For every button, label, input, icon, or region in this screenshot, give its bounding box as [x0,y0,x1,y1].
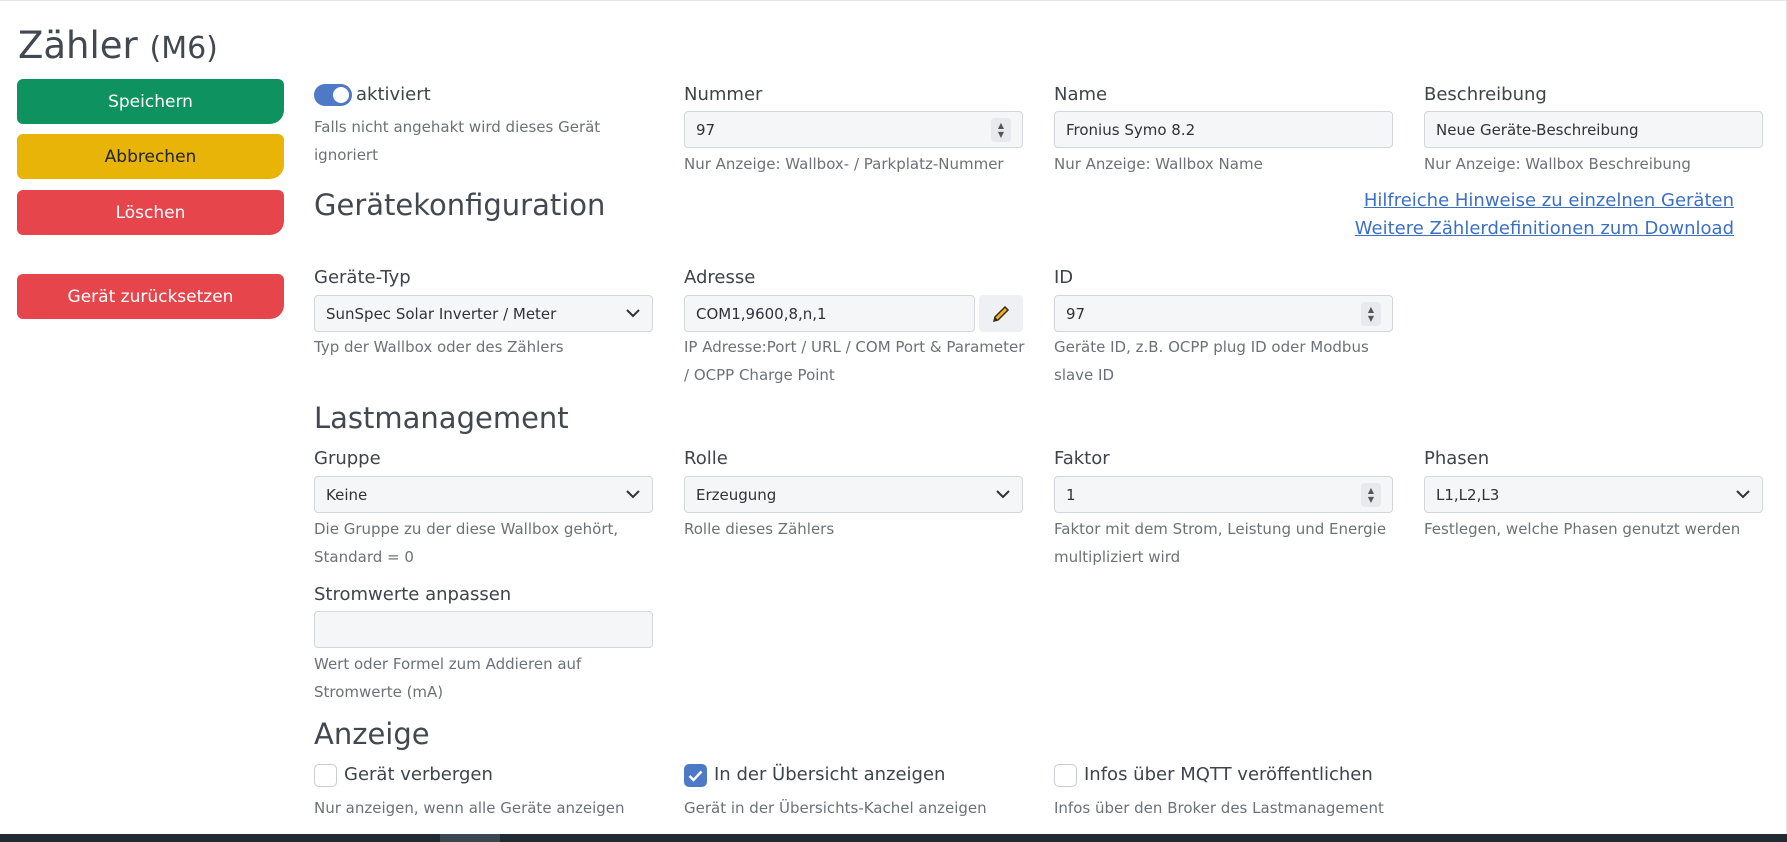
phases-label: Phasen [1424,448,1490,469]
overview-help: Gerät in der Übersichts-Kachel anzeigen [684,799,987,817]
factor-input[interactable]: 1 ▲ ▼ [1054,476,1393,513]
page-title-suffix: (M6) [149,31,218,66]
device-type-value: SunSpec Solar Inverter / Meter [326,304,557,323]
role-value: Erzeugung [696,485,777,504]
address-input[interactable]: COM1,9600,8,n,1 [684,295,975,332]
enabled-label: aktiviert [356,84,431,105]
mqtt-help: Infos über den Broker des Lastmanagement [1054,799,1384,817]
role-label: Rolle [684,448,728,469]
phases-select[interactable]: L1,L2,L3 [1424,476,1763,513]
current-adjust-input[interactable] [314,611,653,648]
address-label: Adresse [684,267,756,288]
section-load-management: Lastmanagement [314,401,569,435]
group-help: Die Gruppe zu der diese Wallbox gehört, … [314,520,619,566]
description-value: Neue Geräte-Beschreibung [1436,120,1639,139]
page-title: Zähler (M6) [18,24,218,67]
current-adjust-help: Wert oder Formel zum Addieren auf Stromw… [314,655,582,701]
save-button[interactable]: Speichern [17,79,284,124]
current-adjust-label: Stromwerte anpassen [314,584,512,605]
edit-address-button[interactable] [979,295,1023,332]
address-value: COM1,9600,8,n,1 [696,304,827,323]
number-input[interactable]: 97 ▲ ▼ [684,111,1023,148]
overview-checkbox[interactable] [684,764,707,787]
factor-help: Faktor mit dem Strom, Leistung und Energ… [1054,520,1387,566]
device-type-help: Typ der Wallbox oder des Zählers [314,338,564,356]
number-stepper[interactable]: ▲ ▼ [991,117,1011,142]
enabled-help: Falls nicht angehakt wird dieses Gerät i… [314,118,601,164]
id-input[interactable]: 97 ▲ ▼ [1054,295,1393,332]
delete-button[interactable]: Löschen [17,190,284,235]
group-label: Gruppe [314,448,381,469]
pencil-icon [992,305,1010,322]
phases-help: Festlegen, welche Phasen genutzt werden [1424,520,1741,538]
id-help: Geräte ID, z.B. OCPP plug ID oder Modbus… [1054,338,1369,384]
page-title-text: Zähler [18,24,138,67]
role-help: Rolle dieses Zählers [684,520,835,538]
enabled-toggle[interactable] [314,84,352,106]
description-input[interactable]: Neue Geräte-Beschreibung [1424,111,1763,148]
phases-value: L1,L2,L3 [1436,485,1500,504]
id-label: ID [1054,267,1074,288]
overview-label: In der Übersicht anzeigen [714,764,946,785]
top-border [0,0,1787,1]
number-help: Nur Anzeige: Wallbox- / Parkplatz-Nummer [684,155,1004,173]
name-input[interactable]: Fronius Symo 8.2 [1054,111,1393,148]
number-label: Nummer [684,84,763,105]
section-device-config: Gerätekonfiguration [314,188,606,222]
description-help: Nur Anzeige: Wallbox Beschreibung [1424,155,1691,173]
number-value: 97 [696,120,716,139]
chevron-down-icon [1735,487,1751,503]
chevron-down-icon [625,306,641,322]
role-select[interactable]: Erzeugung [684,476,1023,513]
hide-device-help: Nur anzeigen, wenn alle Geräte anzeigen [314,799,625,817]
section-display: Anzeige [314,717,430,751]
download-link[interactable]: Weitere Zählerdefinitionen zum Download [1355,218,1734,239]
group-select[interactable]: Keine [314,476,653,513]
hide-device-label: Gerät verbergen [344,764,493,785]
mqtt-checkbox[interactable] [1054,764,1077,787]
factor-value: 1 [1066,485,1076,504]
hide-device-checkbox[interactable] [314,764,337,787]
taskbar [0,834,1787,842]
chevron-down-icon [625,487,641,503]
cancel-button[interactable]: Abbrechen [17,134,284,179]
taskbar-item[interactable] [440,834,500,842]
description-label: Beschreibung [1424,84,1547,105]
chevron-down-icon [995,487,1011,503]
mqtt-label: Infos über MQTT veröffentlichen [1084,764,1373,785]
device-type-select[interactable]: SunSpec Solar Inverter / Meter [314,295,653,332]
name-help: Nur Anzeige: Wallbox Name [1054,155,1263,173]
check-icon [688,770,703,782]
id-stepper[interactable]: ▲ ▼ [1361,301,1381,326]
group-value: Keine [326,485,368,504]
factor-label: Faktor [1054,448,1110,469]
reset-device-button[interactable]: Gerät zurücksetzen [17,274,284,319]
factor-stepper[interactable]: ▲ ▼ [1361,482,1381,507]
id-value: 97 [1066,304,1086,323]
device-type-label: Geräte-Typ [314,267,411,288]
address-help: IP Adresse:Port / URL / COM Port & Param… [684,338,1025,384]
hints-link[interactable]: Hilfreiche Hinweise zu einzelnen Geräten [1364,190,1734,211]
name-label: Name [1054,84,1108,105]
name-value: Fronius Symo 8.2 [1066,120,1196,139]
